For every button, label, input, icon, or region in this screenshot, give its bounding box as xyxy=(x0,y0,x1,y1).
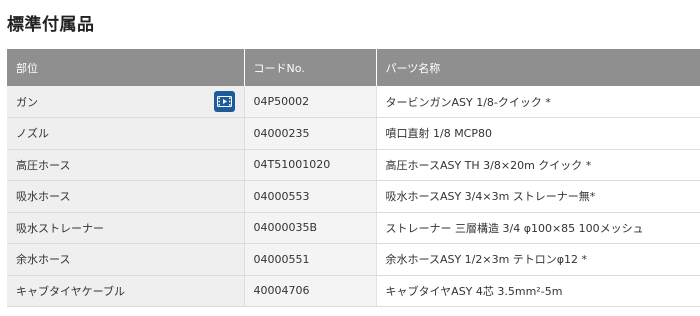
name-cell: タービンガンASY 1/8-クイック * xyxy=(376,86,700,118)
part-label: ガン xyxy=(16,95,38,109)
video-icon[interactable] xyxy=(213,91,235,112)
part-cell: キャブタイヤケーブル xyxy=(7,275,245,307)
code-cell: 04000551 xyxy=(244,243,377,276)
name-cell: 噴口直射 1/8 MCP80 xyxy=(376,117,700,150)
code-cell: 04000035B xyxy=(244,212,377,244)
name-cell: 吸水ホースASY 3/4×3m ストレーナー無* xyxy=(376,180,700,213)
header-name: パーツ名称 xyxy=(376,49,700,86)
name-cell: 高圧ホースASY TH 3/8×20m クイック * xyxy=(376,149,700,181)
table-row: 高圧ホース 04T51001020 高圧ホースASY TH 3/8×20m クイ… xyxy=(7,149,700,181)
code-cell: 04T51001020 xyxy=(244,149,377,181)
part-cell: ガン xyxy=(7,86,245,118)
code-cell: 40004706 xyxy=(244,275,377,307)
name-cell: 余水ホースASY 1/2×3m テトロンφ12 * xyxy=(376,243,700,276)
part-cell: 吸水ホース xyxy=(7,180,245,213)
section-title: 標準付属品 xyxy=(7,15,95,35)
page: 標準付属品 部位 コードNo. パーツ名称 ガン 04P50002 タービンガン… xyxy=(0,0,700,316)
part-cell: ノズル xyxy=(7,117,245,150)
table-row: ノズル 04000235 噴口直射 1/8 MCP80 xyxy=(7,117,700,150)
name-cell: ストレーナー 三層構造 3/4 φ100×85 100メッシュ xyxy=(376,212,700,244)
header-part: 部位 xyxy=(7,49,245,86)
table-header-row: 部位 コードNo. パーツ名称 xyxy=(7,49,700,86)
table-row: キャブタイヤケーブル 40004706 キャブタイヤASY 4芯 3.5mm²-… xyxy=(7,275,700,307)
part-cell: 高圧ホース xyxy=(7,149,245,181)
name-cell: キャブタイヤASY 4芯 3.5mm²-5m xyxy=(376,275,700,307)
table-row: 吸水ストレーナー 04000035B ストレーナー 三層構造 3/4 φ100×… xyxy=(7,212,700,244)
table-row: ガン 04P50002 タービンガンASY 1/8-クイック * xyxy=(7,86,700,118)
code-cell: 04P50002 xyxy=(244,86,377,118)
part-cell: 余水ホース xyxy=(7,243,245,276)
code-cell: 04000235 xyxy=(244,117,377,150)
header-code: コードNo. xyxy=(244,49,377,86)
table-row: 余水ホース 04000551 余水ホースASY 1/2×3m テトロンφ12 * xyxy=(7,243,700,276)
part-cell: 吸水ストレーナー xyxy=(7,212,245,244)
standard-accessories-table: 部位 コードNo. パーツ名称 ガン 04P50002 タービンガンASY 1/… xyxy=(7,49,700,307)
table-row: 吸水ホース 04000553 吸水ホースASY 3/4×3m ストレーナー無* xyxy=(7,180,700,213)
code-cell: 04000553 xyxy=(244,180,377,213)
